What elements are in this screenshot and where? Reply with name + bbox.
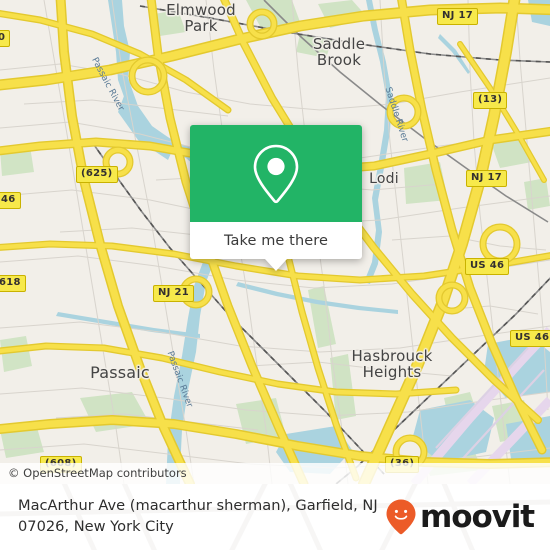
moovit-wordmark: moovit <box>420 498 535 535</box>
shield-618[interactable]: 618 <box>0 275 26 292</box>
moovit-brand: moovit <box>385 498 540 536</box>
shield-us46-low[interactable]: US 46 <box>510 330 550 347</box>
shield-0-left[interactable]: 0 <box>0 30 11 47</box>
shield-625[interactable]: (625) <box>76 166 118 183</box>
moovit-map-screenshot: Elmwood Park Saddle Brook Lodi Passaic H… <box>0 0 550 550</box>
shield-nj21[interactable]: NJ 21 <box>153 285 194 302</box>
moovit-smiley-pin-icon <box>386 499 416 535</box>
bottom-info-bar: MacArthur Ave (macarthur sherman), Garfi… <box>0 484 550 550</box>
popup-header <box>190 125 362 222</box>
shield-nj17-top[interactable]: NJ 17 <box>437 8 478 25</box>
take-me-there-label: Take me there <box>223 232 329 249</box>
popup-pointer-tail <box>265 259 287 271</box>
map-canvas[interactable]: Elmwood Park Saddle Brook Lodi Passaic H… <box>0 0 550 484</box>
shield-46-left[interactable]: 46 <box>0 192 21 209</box>
shield-13[interactable]: (13) <box>473 92 508 109</box>
popup-footer[interactable]: Take me there <box>190 222 362 259</box>
location-popup-card[interactable]: Take me there <box>190 125 362 271</box>
shield-us46-mid[interactable]: US 46 <box>465 258 510 275</box>
map-pin-icon <box>253 144 299 203</box>
shield-nj17-mid[interactable]: NJ 17 <box>466 170 507 187</box>
location-address: MacArthur Ave (macarthur sherman), Garfi… <box>18 497 378 535</box>
map-attribution[interactable]: © OpenStreetMap contributors <box>0 463 550 484</box>
